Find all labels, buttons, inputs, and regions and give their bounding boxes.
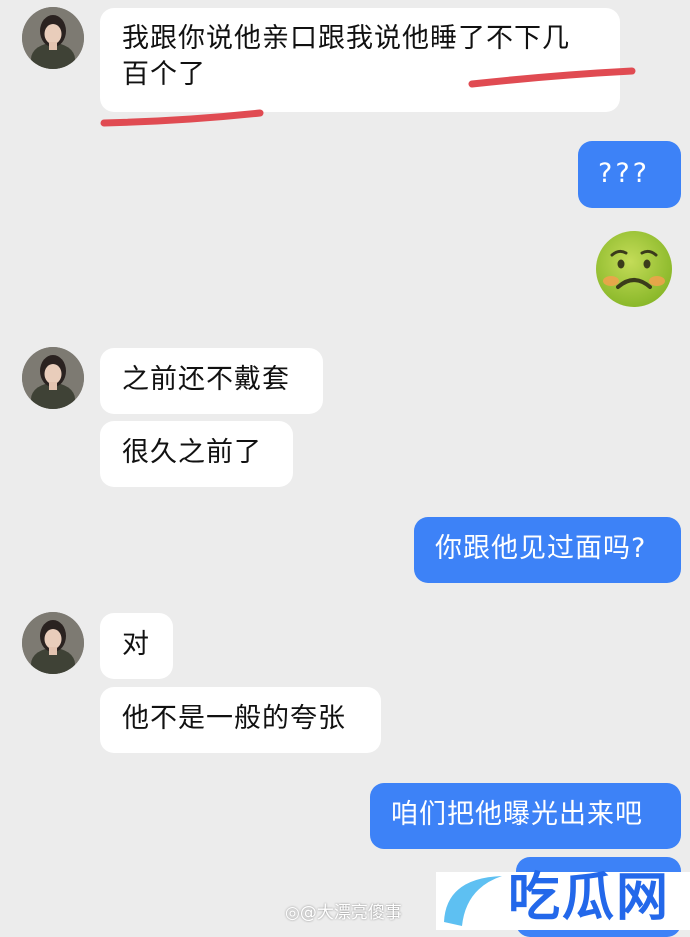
- contact-avatar[interactable]: [22, 612, 84, 674]
- avatar-photo-icon: [22, 347, 84, 409]
- message-text-line: 百个了: [122, 59, 206, 90]
- message-text: 之前还不戴套: [122, 364, 290, 395]
- avatar-photo-icon: [22, 7, 84, 69]
- contact-avatar[interactable]: [22, 7, 84, 69]
- incoming-message-bubble[interactable]: 他不是一般的夸张: [100, 687, 381, 753]
- avatar-photo-icon: [22, 612, 84, 674]
- weibo-icon: ◎: [285, 903, 300, 923]
- contact-avatar[interactable]: [22, 347, 84, 409]
- message-text: 咱们把他曝光出来吧: [391, 799, 643, 830]
- message-text: ???: [598, 158, 650, 189]
- message-text: 很久之前了: [122, 437, 262, 468]
- message-text: 他不是一般的夸张: [122, 703, 346, 734]
- incoming-message-bubble[interactable]: 之前还不戴套: [100, 348, 323, 414]
- incoming-message-bubble[interactable]: 很久之前了: [100, 421, 293, 487]
- message-text: 你跟他见过面吗?: [435, 533, 647, 564]
- outgoing-message-bubble[interactable]: 咱们把他曝光出来吧: [370, 783, 681, 849]
- message-text: 对: [122, 629, 150, 660]
- logo-swoosh-icon: [444, 876, 502, 926]
- incoming-message-bubble[interactable]: 我跟你说他亲口跟我说他睡了不下几 百个了: [100, 8, 620, 112]
- site-logo: 吃瓜网: [508, 868, 671, 928]
- watermark-text: @大漂亮傻事: [299, 903, 402, 923]
- outgoing-message-bubble[interactable]: ???: [578, 141, 681, 208]
- weibo-watermark: ◎@大漂亮傻事: [285, 898, 402, 923]
- outgoing-message-bubble[interactable]: 你跟他见过面吗?: [414, 517, 681, 583]
- incoming-message-bubble[interactable]: 对: [100, 613, 173, 679]
- message-text-line: 我跟你说他亲口跟我说他睡了不下几: [122, 23, 570, 54]
- nauseated-face-icon[interactable]: [594, 229, 674, 309]
